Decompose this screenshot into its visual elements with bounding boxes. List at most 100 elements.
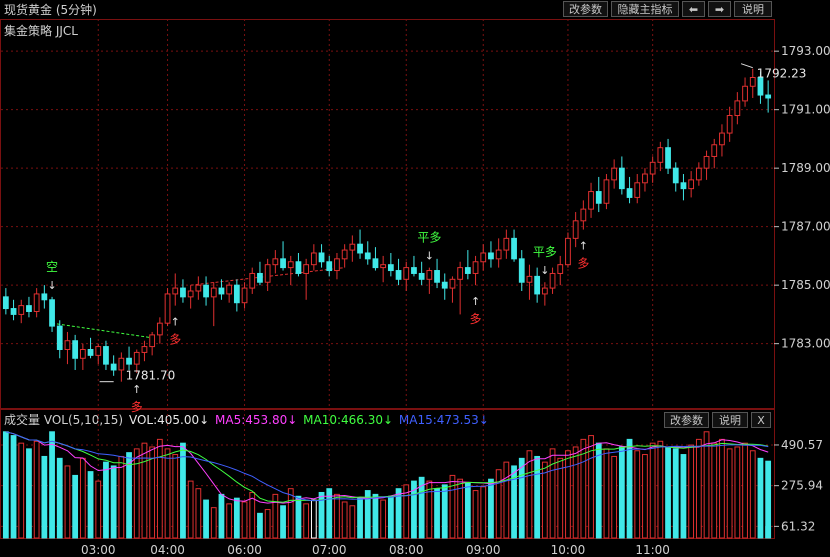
candle-body	[703, 155, 710, 169]
candle-body	[149, 334, 156, 348]
candle-body	[156, 322, 163, 336]
candle-body	[557, 264, 564, 274]
close-signal-label: 平多	[417, 231, 441, 245]
price-tick-label: 1787.00	[781, 220, 830, 234]
high-value-label: 1792.23	[757, 67, 807, 81]
candle-body	[434, 270, 440, 283]
volume-bar	[156, 438, 163, 539]
volume-bar	[765, 526, 772, 539]
high-marker-line	[740, 63, 753, 69]
volume-bar	[72, 474, 79, 539]
volume-bar	[611, 455, 618, 539]
volume-bar	[618, 446, 625, 539]
candle-body	[511, 237, 517, 260]
volume-bar	[133, 448, 140, 539]
volume-bar	[703, 431, 710, 539]
candle-body	[503, 237, 510, 251]
candle-body	[10, 308, 17, 315]
volume-bar	[449, 474, 456, 539]
candle-body	[518, 258, 525, 283]
volume-bar	[695, 438, 702, 539]
candle-body	[280, 258, 286, 269]
candle-body	[195, 284, 202, 292]
candle-body	[110, 363, 117, 371]
time-tick-label: 08:00	[389, 543, 424, 557]
candle-body	[742, 85, 748, 102]
price-panel-frame	[0, 19, 775, 409]
volume-bar	[310, 499, 317, 539]
candle-body	[649, 161, 656, 175]
volume-bar	[164, 448, 171, 539]
candle-body	[618, 167, 625, 190]
volume-bar	[472, 490, 479, 539]
candle-body	[680, 182, 687, 190]
candle-body	[295, 261, 302, 274]
volume-bar	[688, 444, 695, 539]
volume-tick-label: 61.32	[781, 519, 815, 533]
candle-body	[41, 293, 48, 301]
volume-bar	[56, 457, 63, 539]
candle-body	[380, 264, 387, 269]
volume-bar	[349, 505, 356, 539]
candle-body	[657, 147, 664, 163]
volume-tick-label: 275.94	[781, 479, 823, 493]
volume-bar	[18, 442, 25, 539]
volume-bar	[2, 431, 9, 539]
candle-body	[180, 287, 186, 298]
volume-bar	[488, 478, 494, 539]
volume-bar	[387, 495, 394, 539]
volume-bar	[218, 493, 225, 539]
candle-body	[634, 182, 641, 198]
candle-body	[172, 287, 179, 295]
time-tick-label: 07:00	[312, 543, 347, 557]
time-tick-label: 11:00	[635, 543, 670, 557]
long-signal-label: 多	[470, 312, 482, 326]
candle-body	[541, 287, 548, 295]
volume-bar	[280, 505, 286, 539]
volume-bar	[441, 484, 448, 539]
candle-body	[326, 261, 333, 272]
candle-body	[26, 305, 32, 312]
volume-bar	[549, 448, 556, 539]
candle-body	[441, 281, 448, 289]
price-tick-label: 1791.00	[781, 103, 830, 117]
volume-bar	[118, 455, 125, 539]
candle-body	[403, 267, 410, 280]
volume-bar	[372, 493, 379, 539]
volume-bar	[526, 450, 533, 539]
volume-tick-label: 490.57	[781, 438, 823, 452]
volume-bar	[734, 446, 741, 539]
candle-body	[418, 272, 425, 280]
candle-body	[72, 340, 79, 359]
price-tick-label: 1793.00	[781, 44, 830, 58]
price-tick-label: 1789.00	[781, 161, 830, 175]
candle-body	[287, 261, 294, 269]
candle-body	[364, 252, 371, 260]
long-signal-label: 多	[577, 257, 589, 271]
volume-bar	[680, 454, 687, 539]
volume-bar	[87, 471, 94, 539]
volume-bar	[141, 442, 148, 539]
long-arrow-icon: ↑	[171, 316, 180, 329]
volume-bar	[595, 442, 602, 539]
candle-body	[241, 287, 248, 304]
candle-body	[426, 270, 433, 280]
candle-body	[187, 290, 194, 298]
candle-body	[749, 76, 756, 87]
volume-bar	[41, 455, 48, 539]
volume-bar	[726, 448, 733, 539]
low-value-label: 1781.70	[126, 369, 176, 383]
volume-bar	[626, 438, 633, 539]
candle-body	[495, 249, 502, 260]
volume-bar	[10, 435, 17, 539]
candle-body	[118, 357, 125, 371]
volume-bar	[334, 493, 340, 539]
long-arrow-icon: ↑	[471, 295, 480, 308]
candle-body	[164, 293, 171, 324]
volume-bar	[257, 512, 263, 539]
candle-body	[765, 94, 772, 99]
candle-body	[719, 132, 725, 146]
candle-body	[49, 299, 55, 327]
candle-body	[2, 296, 9, 310]
volume-bar	[26, 448, 32, 539]
